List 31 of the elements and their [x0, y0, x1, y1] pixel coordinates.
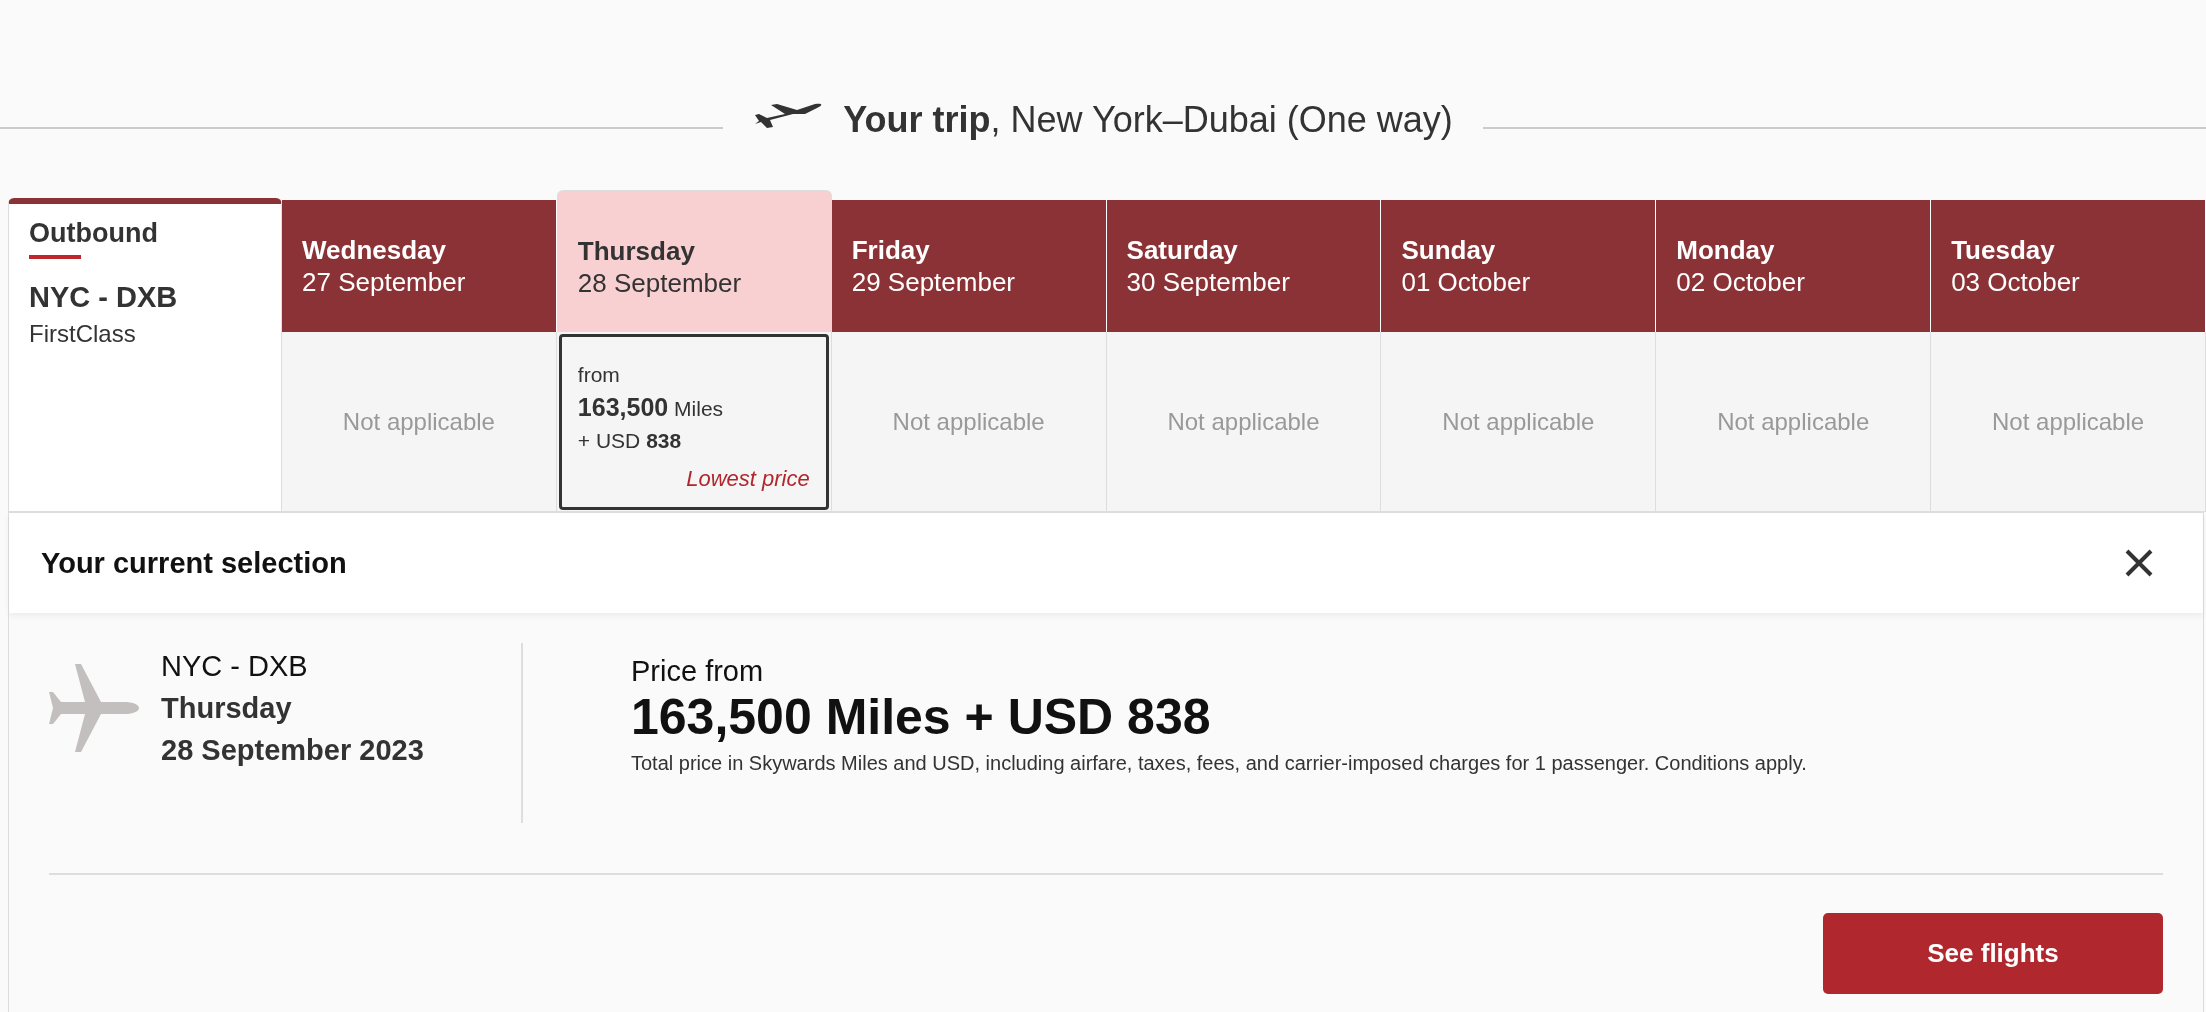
- unavailable-text: Not applicable: [1167, 407, 1320, 436]
- route-text: NYC - DXB: [29, 281, 179, 314]
- date-tab[interactable]: Sunday 01 October: [1381, 200, 1657, 332]
- day-text: Thursday: [161, 691, 293, 726]
- date-text: 28 September 2023: [161, 733, 424, 768]
- unavailable-text: Not applicable: [892, 407, 1045, 436]
- from-label: from: [577, 362, 621, 388]
- selection-title: Your current selection: [41, 546, 347, 580]
- miles-price: 163,500 Miles: [577, 392, 725, 423]
- date-tab[interactable]: Friday 29 September: [831, 200, 1107, 332]
- price-note: Total price in Skywards Miles and USD, including airfare, taxes, fees, and carrier-imposed charges for 1 passenger. Conditions apply.: [631, 752, 1807, 775]
- outbound-label: Outbound: [29, 218, 158, 249]
- lowest-price-label: Lowest price: [685, 465, 810, 493]
- date-tab[interactable]: Wednesday 27 September: [282, 200, 557, 332]
- unavailable-text: Not applicable: [1717, 407, 1870, 436]
- date-tab[interactable]: Tuesday 03 October: [1931, 200, 2206, 332]
- unavailable-text: Not applicable: [1992, 407, 2145, 436]
- see-flights-button[interactable]: See flights: [1823, 913, 2163, 994]
- unavailable-text: Not applicable: [1442, 407, 1595, 436]
- price-label: Price from: [631, 655, 765, 688]
- date-tab[interactable]: Saturday 30 September: [1106, 200, 1382, 332]
- cash-price: + USD 838: [577, 428, 683, 454]
- total-price: 163,500 Miles + USD 838: [631, 688, 1212, 746]
- route-text: NYC - DXB: [161, 649, 309, 684]
- cabin-text: FirstClass: [29, 320, 137, 348]
- unavailable-text: Not applicable: [342, 407, 495, 436]
- date-tab[interactable]: Monday 02 October: [1656, 200, 1932, 332]
- close-icon: [2123, 547, 2155, 579]
- trip-title: Your trip, New York–Dubai (One way): [843, 99, 1453, 141]
- fare-option[interactable]: from 163,500 Miles + USD 838 Lowest price: [558, 334, 829, 510]
- date-tab[interactable]: Thursday 28 September: [556, 190, 832, 332]
